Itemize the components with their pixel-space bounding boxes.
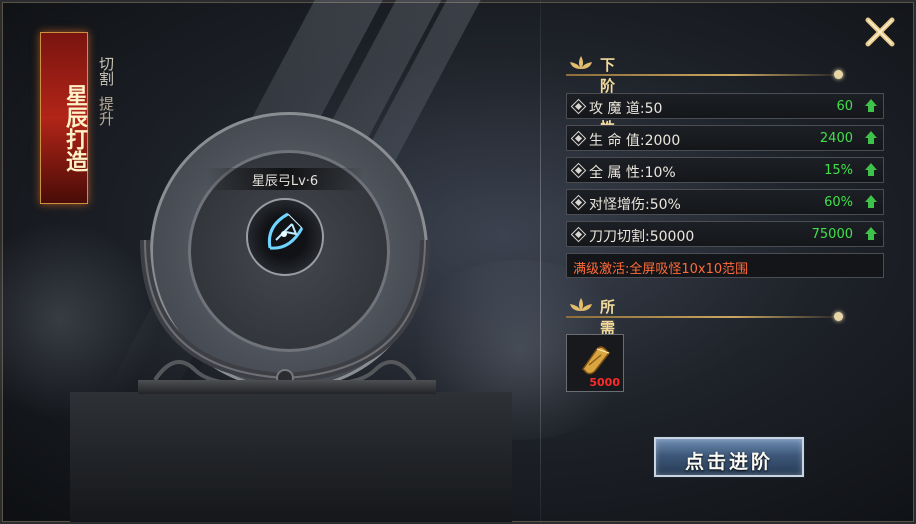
header-dot [834,312,843,321]
advance-button[interactable]: 点击进阶 [654,437,804,477]
attribute-next-value: 60% [824,195,853,210]
close-icon[interactable] [862,14,898,50]
lotus-icon [570,298,592,311]
banner-title: 星辰打造 [62,84,88,172]
attribute-row: 刀刀切割:50000 75000 [566,221,884,247]
up-arrow-icon [865,227,877,240]
pedestal-top [138,380,436,394]
attribute-name: 全 属 性:10% [589,165,676,181]
scroll-icon [582,346,610,375]
attribute-name: 生 命 值:2000 [589,133,681,149]
attribute-next-value: 60 [836,99,853,114]
diamond-icon [570,98,587,115]
attribute-next-value: 2400 [819,131,853,146]
diamond-icon [570,226,587,243]
header-dot [834,70,843,79]
full-level-activation-text: 满级激活:全屏吸怪10x10范围 [573,262,749,277]
diamond-icon [570,162,587,179]
forge-window: 星辰打造 切割 提升 星辰弓Lv·6 下阶属性 [0,0,916,524]
diamond-icon [570,194,587,211]
attribute-name: 刀刀切割:50000 [589,229,695,245]
tab-upgrade[interactable]: 提升 [96,96,116,126]
attribute-name: 攻 魔 道:50 [589,101,663,117]
title-banner: 星辰打造 [40,32,88,204]
pedestal [70,392,512,522]
attribute-next-value: 15% [824,163,853,178]
header-rule [566,316,846,318]
up-arrow-icon [865,131,877,144]
attribute-row: 对怪增伤:50% 60% [566,189,884,215]
attribute-row: 攻 魔 道:50 60 [566,93,884,119]
attribute-row: 生 命 值:2000 2400 [566,125,884,151]
full-level-activation: 满级激活:全屏吸怪10x10范围 [566,253,884,278]
diamond-icon [570,130,587,147]
attribute-next-value: 75000 [811,227,853,242]
up-arrow-icon [865,163,877,176]
header-rule [566,74,846,76]
attribute-row: 全 属 性:10% 15% [566,157,884,183]
cost-item-slot[interactable]: 5000 [566,334,624,392]
attribute-name: 对怪增伤:50% [589,197,681,213]
advance-button-label: 点击进阶 [684,451,773,473]
up-arrow-icon [865,99,877,112]
item-name: 星辰弓Lv·6 [251,174,319,189]
up-arrow-icon [865,195,877,208]
panel-divider [540,0,541,524]
lotus-icon [570,56,592,69]
tab-cut[interactable]: 切割 [96,56,116,86]
cost-amount: 5000 [589,376,620,389]
bow-icon [267,212,304,250]
